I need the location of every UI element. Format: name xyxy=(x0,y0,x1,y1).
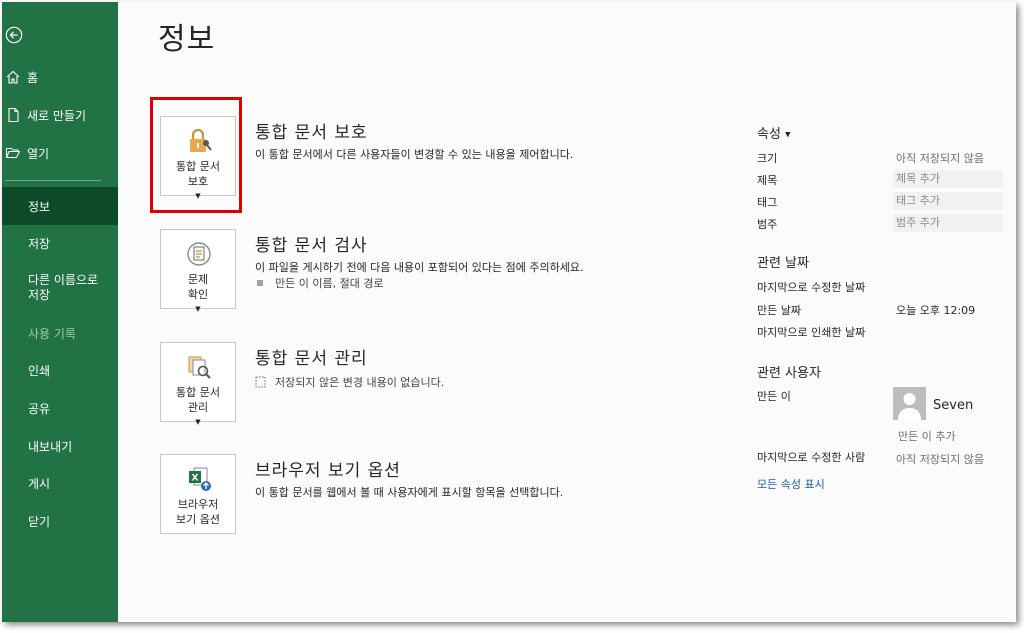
tile-label-line1: 브라우저 xyxy=(177,498,219,511)
dropdown-caret-icon: ▼ xyxy=(785,130,791,139)
browser-view-options-button[interactable]: X 브라우저 보기 옵션 xyxy=(160,454,236,534)
size-label: 크기 xyxy=(757,152,778,165)
tile-label-line1: 문제 xyxy=(187,273,209,286)
sidebar-item-label: 내보내기 xyxy=(28,439,73,454)
section-title: 통합 문서 보호 xyxy=(255,123,368,143)
last-modified-label: 마지막으로 수정한 날짜 xyxy=(757,281,866,294)
section-description: 저장되지 않은 변경 내용이 없습니다. xyxy=(275,376,445,389)
home-icon xyxy=(6,70,20,84)
add-author-link[interactable]: 만든 이 추가 xyxy=(898,428,956,444)
sidebar-item-label: 인쇄 xyxy=(28,363,51,378)
sidebar-item-label: 닫기 xyxy=(28,514,51,529)
highlight-box xyxy=(150,97,242,213)
sidebar-item-share[interactable]: 공유 xyxy=(2,390,118,426)
sidebar-item-home[interactable]: 홈 xyxy=(2,59,118,95)
svg-text:X: X xyxy=(192,474,199,484)
category-label: 범주 xyxy=(757,218,778,231)
dropdown-caret-icon: ▼ xyxy=(195,418,201,426)
inspect-document-icon xyxy=(187,242,211,266)
related-people-heading: 관련 사용자 xyxy=(757,366,821,381)
sidebar-item-label: 홈 xyxy=(27,70,39,85)
sidebar-item-history: 사용 기록 xyxy=(2,315,118,351)
user-silhouette-icon xyxy=(898,393,921,420)
manage-versions-icon xyxy=(188,356,211,379)
sidebar-item-label: 게시 xyxy=(28,476,51,491)
sidebar-item-label: 공유 xyxy=(28,401,51,416)
section-title: 통합 문서 관리 xyxy=(255,349,368,369)
section-title: 통합 문서 검사 xyxy=(255,236,368,256)
inspect-bullet: 만든 이 이름, 절대 경로 xyxy=(255,275,384,291)
sidebar-item-label: 저장 xyxy=(28,236,51,251)
excel-browser-icon: X xyxy=(189,467,211,491)
new-document-icon xyxy=(8,107,19,123)
tile-label-line2: 확인 xyxy=(187,288,209,301)
related-dates-heading: 관련 날짜 xyxy=(757,256,809,271)
manage-workbook-button[interactable]: 통합 문서 관리 ▼ xyxy=(160,342,236,426)
title-label: 제목 xyxy=(757,174,778,187)
size-value: 아직 저장되지 않음 xyxy=(896,152,984,165)
section-title: 브라우저 보기 옵션 xyxy=(255,461,401,481)
category-field[interactable]: 범주 추가 xyxy=(893,214,1003,232)
sidebar-divider xyxy=(5,180,101,181)
sidebar-item-label: 정보 xyxy=(28,199,51,214)
title-field[interactable]: 제목 추가 xyxy=(893,170,1003,188)
author-name: Seven xyxy=(933,398,974,413)
section-description: 이 통합 문서에서 다른 사용자들이 변경할 수 있는 내용을 제어합니다. xyxy=(255,148,574,161)
sidebar-item-label: 열기 xyxy=(27,146,50,161)
last-modified-by-value: 아직 저장되지 않음 xyxy=(896,453,984,466)
sidebar-item-new[interactable]: 새로 만들기 xyxy=(2,97,118,133)
tile-label-line2: 보기 옵션 xyxy=(176,513,220,526)
check-for-issues-button[interactable]: 문제 확인 ▼ xyxy=(160,229,236,313)
document-status-icon xyxy=(255,376,266,388)
manage-status: 저장되지 않은 변경 내용이 없습니다. xyxy=(255,374,444,390)
sidebar-item-save[interactable]: 저장 xyxy=(2,225,118,261)
open-folder-icon xyxy=(5,147,21,159)
tile-label-line1: 통합 문서 xyxy=(176,386,220,399)
avatar xyxy=(893,387,926,420)
bullet-text: 만든 이 이름, 절대 경로 xyxy=(275,277,384,290)
created-label: 만든 날짜 xyxy=(757,304,801,317)
sidebar-item-label: 사용 기록 xyxy=(28,326,76,341)
page-title: 정보 xyxy=(158,22,216,57)
last-printed-label: 마지막으로 인쇄한 날짜 xyxy=(757,326,866,339)
sidebar-item-open[interactable]: 열기 xyxy=(2,135,118,171)
back-arrow-icon[interactable] xyxy=(5,26,23,44)
tags-label: 태그 xyxy=(757,196,778,209)
sidebar-item-save-as[interactable]: 다른 이름으로 저장 xyxy=(2,266,118,310)
dropdown-caret-icon: ▼ xyxy=(195,305,201,313)
bullet-icon xyxy=(257,280,263,286)
sidebar-item-info[interactable]: 정보 xyxy=(2,187,118,225)
sidebar-item-close[interactable]: 닫기 xyxy=(2,503,118,539)
author-label: 만든 이 xyxy=(757,390,791,403)
section-description: 이 통합 문서를 웹에서 볼 때 사용자에게 표시할 항목을 선택합니다. xyxy=(255,486,564,499)
section-description: 이 파일을 게시하기 전에 다음 내용이 포함되어 있다는 점에 주의하세요. xyxy=(255,261,584,274)
last-modified-by-label: 마지막으로 수정한 사람 xyxy=(757,451,866,464)
sidebar-item-export[interactable]: 내보내기 xyxy=(2,428,118,464)
app-window: 홈 새로 만들기 열기 정보 저장 다른 이름으로 저장 사용 기록 인쇄 공유 xyxy=(2,2,1016,622)
show-all-properties-link[interactable]: 모든 속성 표시 xyxy=(757,476,825,492)
created-value: 오늘 오후 12:09 xyxy=(896,304,976,317)
sidebar-item-publish[interactable]: 게시 xyxy=(2,465,118,501)
properties-heading: 속성 xyxy=(757,127,781,142)
properties-dropdown[interactable]: 속성 ▼ xyxy=(757,123,790,142)
tags-field[interactable]: 태그 추가 xyxy=(893,192,1003,210)
backstage-sidebar: 홈 새로 만들기 열기 정보 저장 다른 이름으로 저장 사용 기록 인쇄 공유 xyxy=(2,2,118,622)
tile-label-line2: 관리 xyxy=(187,401,209,414)
sidebar-item-print[interactable]: 인쇄 xyxy=(2,352,118,388)
info-pane: 정보 xyxy=(118,2,1016,622)
sidebar-item-label: 다른 이름으로 저장 xyxy=(28,273,99,302)
sidebar-item-label: 새로 만들기 xyxy=(27,108,87,123)
